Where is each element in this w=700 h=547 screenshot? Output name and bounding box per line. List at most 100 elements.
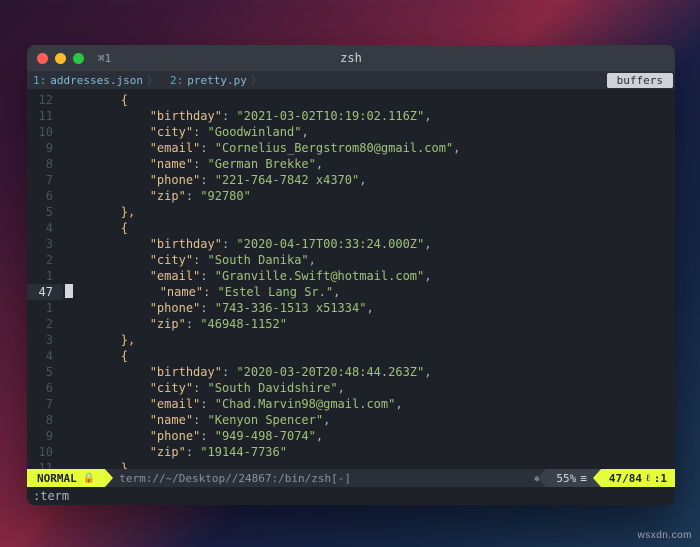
code-text: "email": "Cornelius_Bergstrom80@gmail.co…	[63, 140, 460, 156]
cursor-position: 47/84 ℓ :1	[601, 469, 675, 487]
line-icon: ℓ	[646, 473, 650, 484]
code-text: "zip": "46948-1152"	[63, 316, 287, 332]
code-text: },	[63, 204, 135, 220]
code-text: "name": "German Brekke",	[63, 156, 323, 172]
gutter: 6	[27, 380, 63, 396]
separator-icon: ≡	[580, 472, 587, 485]
code-line: 11 "birthday": "2021-03-02T10:19:02.116Z…	[27, 108, 675, 124]
minimize-icon[interactable]	[55, 53, 66, 64]
code-text: "birthday": "2020-03-20T20:48:44.263Z",	[63, 364, 431, 380]
traffic-lights	[37, 53, 84, 64]
zoom-icon[interactable]	[73, 53, 84, 64]
titlebar: ⌘1 zsh	[27, 45, 675, 71]
gutter: 10	[27, 124, 63, 140]
gutter: 4	[27, 348, 63, 364]
gutter: 9	[27, 428, 63, 444]
code-text: "phone": "743-336-1513 x51334",	[63, 300, 374, 316]
code-text: "birthday": "2020-04-17T00:33:24.000Z",	[63, 236, 431, 252]
code-text: "phone": "221-764-7842 x4370",	[63, 172, 366, 188]
gutter: 8	[27, 156, 63, 172]
gutter: 6	[27, 188, 63, 204]
code-text: "city": "Goodwinland",	[63, 124, 309, 140]
code-line: 3 "birthday": "2020-04-17T00:33:24.000Z"…	[27, 236, 675, 252]
code-line: 8 "name": "Kenyon Spencer",	[27, 412, 675, 428]
gutter: 5	[27, 204, 63, 220]
window-title: zsh	[27, 51, 675, 65]
gutter: 3	[27, 236, 63, 252]
position-label: 47/84	[609, 472, 642, 485]
buffer-tab-1[interactable]: 1: addresses.json 〉	[27, 72, 164, 88]
percent-label: 55%	[556, 472, 576, 485]
buffer-name: pretty.py	[187, 74, 247, 87]
mode-indicator: NORMAL 🔒	[27, 469, 105, 487]
chevron-right-icon: 〉	[251, 72, 262, 88]
code-text: "phone": "949-498-7074",	[63, 428, 323, 444]
code-text: "birthday": "2021-03-02T10:19:02.116Z",	[63, 108, 431, 124]
gutter: 7	[27, 396, 63, 412]
code-line: 6 "city": "South Davidshire",	[27, 380, 675, 396]
code-text: "city": "South Danika",	[63, 252, 316, 268]
gutter: 3	[27, 332, 63, 348]
buffer-bar: 1: addresses.json 〉 2: pretty.py 〉 buffe…	[27, 71, 675, 89]
buffer-path: term://~/Desktop//24867:/bin/zsh[-]	[105, 469, 528, 487]
code-line: 10 "city": "Goodwinland",	[27, 124, 675, 140]
code-text: "city": "South Davidshire",	[63, 380, 345, 396]
code-line: 1 "phone": "743-336-1513 x51334",	[27, 300, 675, 316]
status-bar: NORMAL 🔒 term://~/Desktop//24867:/bin/zs…	[27, 469, 675, 487]
gutter: 9	[27, 140, 63, 156]
buffer-number: 1:	[33, 74, 46, 87]
code-line: 12 {	[27, 92, 675, 108]
mode-label: NORMAL	[37, 472, 77, 485]
code-line: 2 "city": "South Danika",	[27, 252, 675, 268]
code-line: 6 "zip": "92780"	[27, 188, 675, 204]
watermark: wsxdn.com	[637, 530, 692, 541]
code-text: {	[63, 220, 128, 236]
code-text: "name": "Estel Lang Sr.",	[73, 284, 340, 300]
gutter: 7	[27, 172, 63, 188]
code-text: "zip": "19144-7736"	[63, 444, 287, 460]
buffers-label[interactable]: buffers	[607, 73, 673, 88]
editor-area[interactable]: 12 {11 "birthday": "2021-03-02T10:19:02.…	[27, 89, 675, 469]
gutter: 8	[27, 412, 63, 428]
gutter: 4	[27, 220, 63, 236]
gutter: 11	[27, 108, 63, 124]
code-text: "name": "Kenyon Spencer",	[63, 412, 330, 428]
code-line: 4 {	[27, 220, 675, 236]
code-text: },	[63, 460, 135, 469]
command-line[interactable]: :term	[27, 487, 675, 505]
code-text: },	[63, 332, 135, 348]
code-text: "zip": "92780"	[63, 188, 251, 204]
column-label: :1	[654, 472, 667, 485]
gutter: 2	[27, 316, 63, 332]
code-line: 4 {	[27, 348, 675, 364]
tab-label[interactable]: ⌘1	[98, 52, 111, 65]
gutter: 1	[27, 300, 63, 316]
lock-icon: 🔒	[83, 473, 95, 484]
gutter: 5	[27, 364, 63, 380]
gutter: 2	[27, 252, 63, 268]
gutter: 12	[27, 92, 63, 108]
chevron-right-icon: 〉	[147, 72, 158, 88]
code-line: 1 "email": "Granville.Swift@hotmail.com"…	[27, 268, 675, 284]
gutter: 47	[27, 284, 63, 300]
buffer-number: 2:	[170, 74, 183, 87]
code-text: {	[63, 92, 128, 108]
code-line: 7 "phone": "221-764-7842 x4370",	[27, 172, 675, 188]
code-line: 9 "email": "Cornelius_Bergstrom80@gmail.…	[27, 140, 675, 156]
buffer-name: addresses.json	[50, 74, 143, 87]
code-text: "email": "Chad.Marvin98@gmail.com",	[63, 396, 403, 412]
code-line: 11 },	[27, 460, 675, 469]
code-line: 8 "name": "German Brekke",	[27, 156, 675, 172]
code-line: 47 "name": "Estel Lang Sr.",	[27, 284, 675, 300]
code-text: "email": "Granville.Swift@hotmail.com",	[63, 268, 431, 284]
code-line: 2 "zip": "46948-1152"	[27, 316, 675, 332]
cursor	[65, 284, 73, 298]
code-line: 9 "phone": "949-498-7074",	[27, 428, 675, 444]
code-line: 3 },	[27, 332, 675, 348]
code-text: {	[63, 348, 128, 364]
code-line: 5 "birthday": "2020-03-20T20:48:44.263Z"…	[27, 364, 675, 380]
buffer-tab-2[interactable]: 2: pretty.py 〉	[164, 72, 268, 88]
close-icon[interactable]	[37, 53, 48, 64]
gutter: 10	[27, 444, 63, 460]
gutter: 1	[27, 268, 63, 284]
